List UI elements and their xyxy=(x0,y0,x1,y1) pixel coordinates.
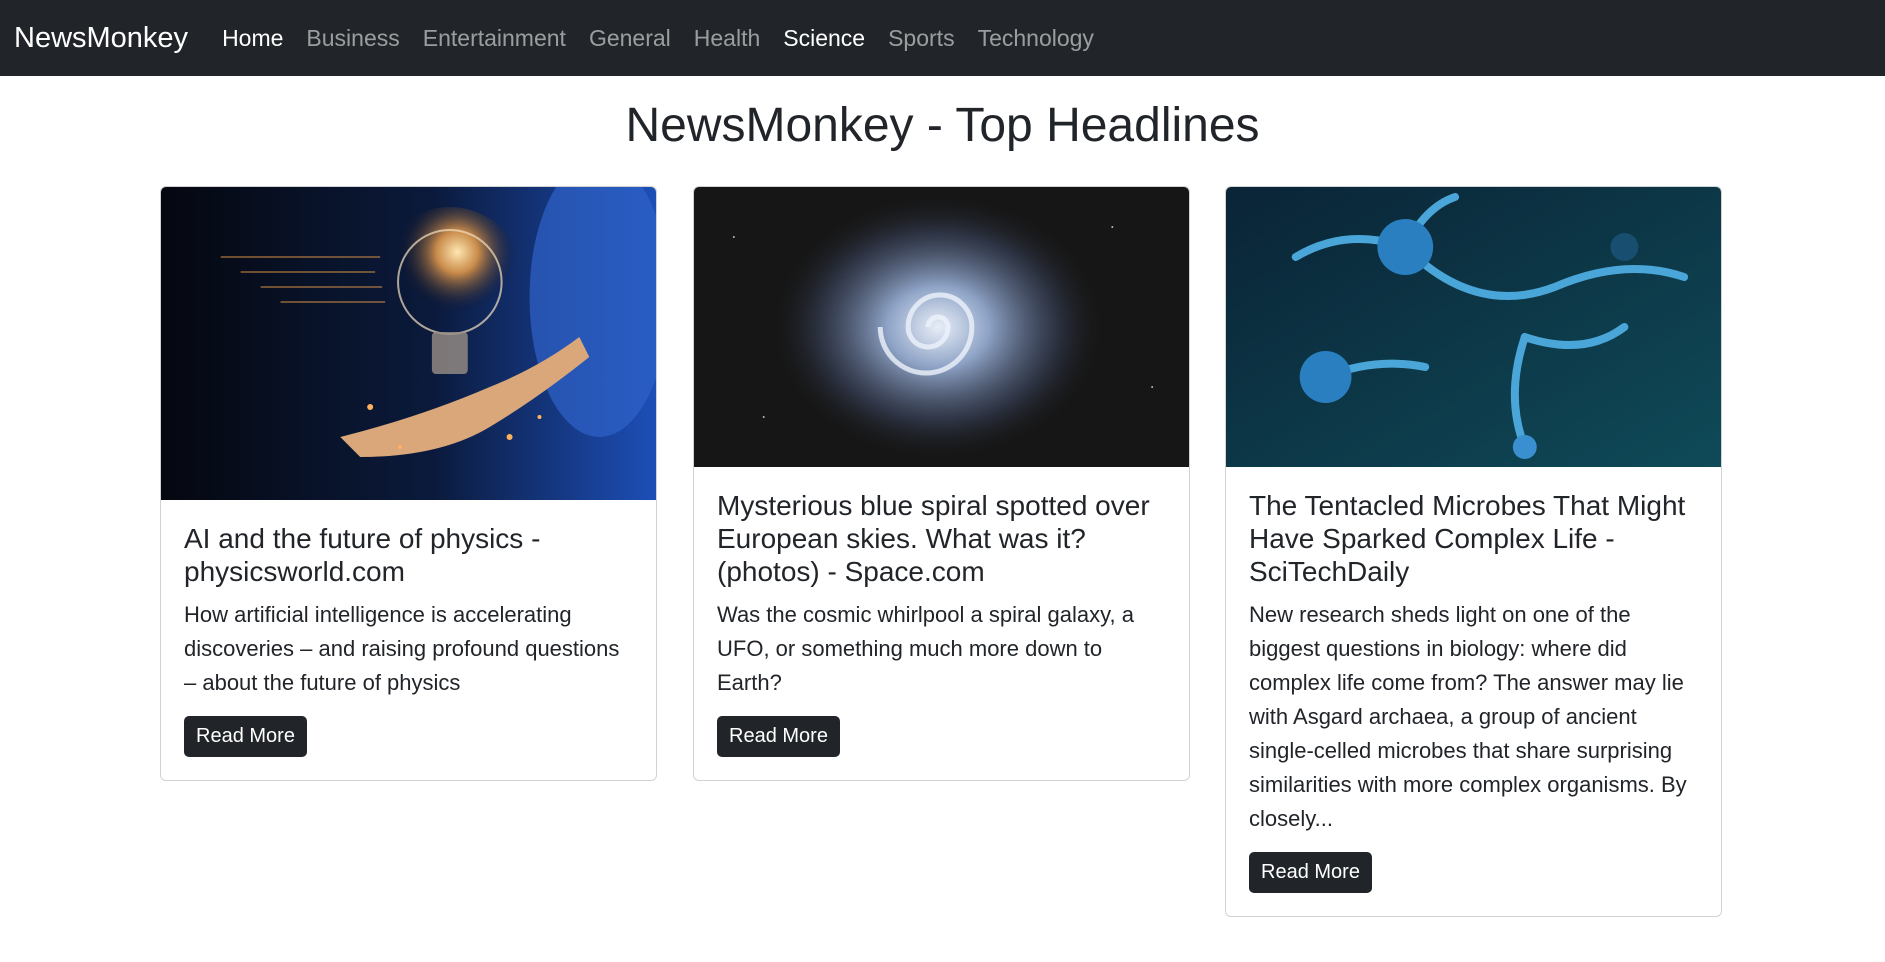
lightbulb-ai-hand-image xyxy=(161,187,656,500)
read-more-button[interactable]: Read More xyxy=(1249,852,1372,893)
nav-links: Home Business Entertainment General Heal… xyxy=(222,25,1117,52)
article-description: Was the cosmic whirlpool a spiral galaxy… xyxy=(717,602,1134,695)
news-card: Mysterious blue spiral spotted over Euro… xyxy=(693,186,1190,781)
nav-general[interactable]: General xyxy=(589,25,671,52)
article-title: The Tentacled Microbes That Might Have S… xyxy=(1249,490,1686,587)
nav-health[interactable]: Health xyxy=(694,25,760,52)
article-description: How artificial intelligence is accelerat… xyxy=(184,602,620,695)
nav-business[interactable]: Business xyxy=(306,25,399,52)
nav-sports[interactable]: Sports xyxy=(888,25,954,52)
card-body: The Tentacled Microbes That Might Have S… xyxy=(1226,467,1721,916)
nav-science[interactable]: Science xyxy=(783,25,865,52)
page-title: NewsMonkey - Top Headlines xyxy=(625,99,1260,152)
card-body: Mysterious blue spiral spotted over Euro… xyxy=(694,467,1189,780)
navbar: NewsMonkey Home Business Entertainment G… xyxy=(0,0,1885,76)
brand-link[interactable]: NewsMonkey xyxy=(14,22,188,55)
nav-technology[interactable]: Technology xyxy=(978,25,1094,52)
read-more-button[interactable]: Read More xyxy=(184,716,307,757)
article-title: Mysterious blue spiral spotted over Euro… xyxy=(717,490,1150,587)
card-body: AI and the future of physics - physicswo… xyxy=(161,500,656,780)
tentacled-microbes-image xyxy=(1226,187,1721,467)
read-more-button[interactable]: Read More xyxy=(717,716,840,757)
nav-home[interactable]: Home xyxy=(222,25,283,52)
nav-entertainment[interactable]: Entertainment xyxy=(423,25,566,52)
news-card: The Tentacled Microbes That Might Have S… xyxy=(1225,186,1722,917)
blue-spiral-sky-image xyxy=(694,187,1189,467)
article-description: New research sheds light on one of the b… xyxy=(1249,602,1687,831)
article-title: AI and the future of physics - physicswo… xyxy=(184,523,541,587)
news-card: AI and the future of physics - physicswo… xyxy=(160,186,657,781)
